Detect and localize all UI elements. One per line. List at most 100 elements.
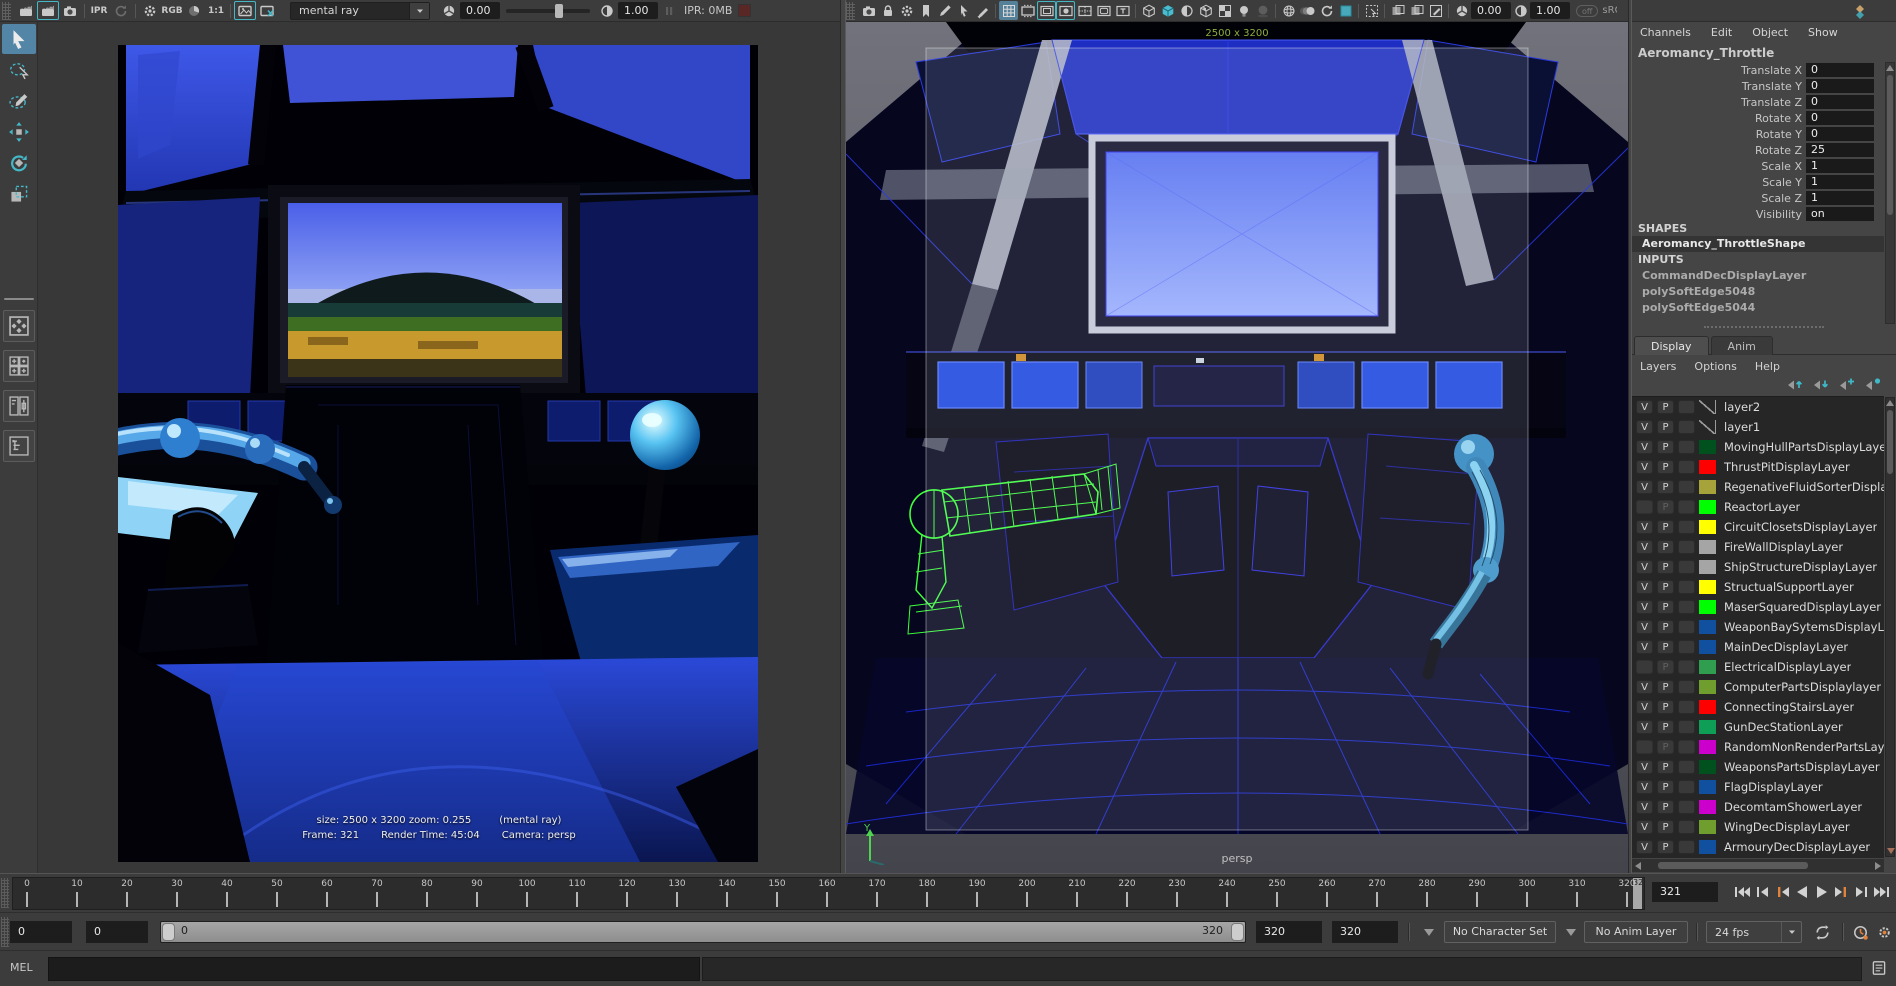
lighting-icon[interactable] (1234, 1, 1253, 20)
one-to-one-icon[interactable]: 1:1 (205, 1, 227, 20)
timeline-tick[interactable]: 320 (1613, 879, 1641, 907)
layout-four-view-button[interactable] (3, 350, 35, 382)
layer-name[interactable]: ComputerPartsDisplaylayer (1724, 680, 1881, 694)
layer-row[interactable]: VPArmouryDecDisplayLayer (1632, 837, 1884, 857)
timeline-tick[interactable]: 30 (163, 879, 191, 907)
toolbar-drag-handle[interactable] (846, 2, 855, 20)
layer-visibility-toggle[interactable]: V (1636, 520, 1653, 534)
layer-playback-toggle[interactable]: P (1657, 840, 1674, 854)
layer-color-swatch[interactable] (1699, 560, 1716, 574)
layer-playback-toggle[interactable]: P (1657, 620, 1674, 634)
layer-color-swatch[interactable] (1699, 780, 1716, 794)
layer-name[interactable]: MovingHullPartsDisplayLayer (1724, 440, 1884, 454)
render-view-image[interactable] (118, 45, 758, 862)
safe-title-icon[interactable] (1113, 1, 1132, 20)
paint-select-tool[interactable] (2, 86, 36, 116)
layer-color-swatch[interactable] (1699, 680, 1716, 694)
timeline-tick[interactable]: 240 (1213, 879, 1241, 907)
layer-displaytype-toggle[interactable] (1678, 720, 1695, 734)
scroll-up-icon[interactable] (1886, 400, 1894, 406)
contrast-field[interactable]: 1.00 (618, 2, 658, 19)
layer-row[interactable]: VP WeaponsPartsDisplayLayer (1632, 757, 1884, 777)
channel-attribute-value[interactable]: 1 (1806, 175, 1874, 189)
layer-visibility-toggle[interactable] (1636, 660, 1653, 674)
layer-playback-toggle[interactable]: P (1657, 500, 1674, 514)
layer-name[interactable]: CircuitClosetsDisplayLayer (1724, 520, 1877, 534)
layout-single-pane-button[interactable] (3, 310, 35, 342)
layer-row[interactable]: PRandomNonRenderPartsLayer (1632, 737, 1884, 757)
anim-layer-selector[interactable]: No Anim Layer (1584, 921, 1688, 943)
layer-displaytype-toggle[interactable] (1678, 640, 1695, 654)
timeline-tick[interactable]: 230 (1163, 879, 1191, 907)
timeline-drag-handle[interactable] (1, 878, 9, 908)
step-back-frame-button[interactable] (1772, 880, 1792, 904)
pause-ipr-icon[interactable] (658, 1, 680, 20)
layer-name[interactable]: WingDecDisplayLayer (1724, 820, 1850, 834)
channel-attribute-label[interactable]: Rotate X (1632, 112, 1806, 125)
range-drag-handle[interactable] (1, 917, 9, 947)
layer-visibility-toggle[interactable]: V (1636, 820, 1653, 834)
layer-color-swatch[interactable] (1699, 500, 1716, 514)
layer-displaytype-toggle[interactable] (1678, 780, 1695, 794)
layer-color-swatch[interactable] (1699, 840, 1716, 854)
input-node[interactable]: CommandDecDisplayLayer (1632, 268, 1884, 284)
layer-visibility-toggle[interactable]: V (1636, 760, 1653, 774)
layer-name[interactable]: MainDecDisplayLayer (1724, 640, 1848, 654)
channel-attribute-value[interactable]: 0 (1806, 95, 1874, 109)
layer-playback-toggle[interactable]: P (1657, 660, 1674, 674)
menu-object[interactable]: Object (1752, 26, 1788, 39)
layer-playback-toggle[interactable]: P (1657, 680, 1674, 694)
toolbar-drag-handle[interactable] (2, 2, 11, 20)
lasso-tool[interactable] (2, 55, 36, 85)
layer-displaytype-toggle[interactable] (1678, 840, 1695, 854)
layer-name[interactable]: RegenativeFluidSorterDisplayLayer (1724, 480, 1884, 494)
layer-name[interactable]: ReactorLayer (1724, 500, 1800, 514)
channel-attribute-value[interactable]: 1 (1806, 159, 1874, 173)
channel-attribute-label[interactable]: Translate Z (1632, 96, 1806, 109)
anim-layer-menu-icon[interactable] (1566, 929, 1576, 936)
render-settings-icon[interactable] (139, 1, 161, 20)
layer-name[interactable]: WeaponsPartsDisplayLayer (1724, 760, 1880, 774)
film-gate-icon[interactable] (1018, 1, 1037, 20)
timeline-tick[interactable]: 200 (1013, 879, 1041, 907)
layer-displaytype-toggle[interactable] (1678, 580, 1695, 594)
layer-row[interactable]: VPThrustPitDisplayLayer (1632, 457, 1884, 477)
select-camera-icon[interactable] (859, 1, 878, 20)
viewport-exposure-icon[interactable] (1452, 1, 1471, 20)
chevron-down-icon[interactable] (409, 3, 429, 19)
redo-render-icon[interactable] (37, 1, 59, 20)
menu-edit[interactable]: Edit (1711, 26, 1732, 39)
range-end-handle[interactable] (1231, 923, 1244, 941)
timeline-tick[interactable]: 310 (1563, 879, 1591, 907)
scroll-down-icon[interactable] (1887, 848, 1895, 854)
rgb-channels-icon[interactable]: RGB (161, 1, 183, 20)
layer-playback-toggle[interactable]: P (1657, 760, 1674, 774)
layer-color-swatch[interactable] (1699, 440, 1716, 454)
layer-name[interactable]: RandomNonRenderPartsLayer (1724, 740, 1884, 754)
workspace-icon[interactable] (1852, 3, 1868, 19)
layer-name[interactable]: FlagDisplayLayer (1724, 780, 1823, 794)
layer-row[interactable]: PElectricalDisplayLayer (1632, 657, 1884, 677)
layer-name[interactable]: layer2 (1724, 400, 1760, 414)
timeline-tick[interactable]: 260 (1313, 879, 1341, 907)
layer-playback-toggle[interactable]: P (1657, 460, 1674, 474)
layer-row[interactable]: VPRegenativeFluidSorterDisplayLayer (1632, 477, 1884, 497)
previous-key-button[interactable] (1752, 880, 1772, 904)
channel-attribute-value[interactable]: 1 (1806, 191, 1874, 205)
timeline-tick[interactable]: 290 (1463, 879, 1491, 907)
bookmarks-icon[interactable] (916, 1, 935, 20)
channel-attribute-value[interactable]: on (1806, 207, 1874, 221)
menu-layers[interactable]: Layers (1640, 360, 1676, 373)
scroll-left-icon[interactable] (1635, 862, 1641, 870)
exposure-icon[interactable] (1426, 1, 1445, 20)
channel-attribute-label[interactable]: Translate Y (1632, 80, 1806, 93)
timeline-tick[interactable]: 90 (463, 879, 491, 907)
layer-displaytype-toggle[interactable] (1678, 600, 1695, 614)
layer-displaytype-toggle[interactable] (1678, 660, 1695, 674)
layer-color-swatch[interactable] (1699, 420, 1716, 434)
timeline-tick[interactable]: 80 (413, 879, 441, 907)
alpha-channel-icon[interactable] (183, 1, 205, 20)
layer-row[interactable]: VPStructualSupportLayer (1632, 577, 1884, 597)
timeline-tick[interactable]: 120 (613, 879, 641, 907)
layer-move-down-icon[interactable] (1812, 376, 1830, 392)
